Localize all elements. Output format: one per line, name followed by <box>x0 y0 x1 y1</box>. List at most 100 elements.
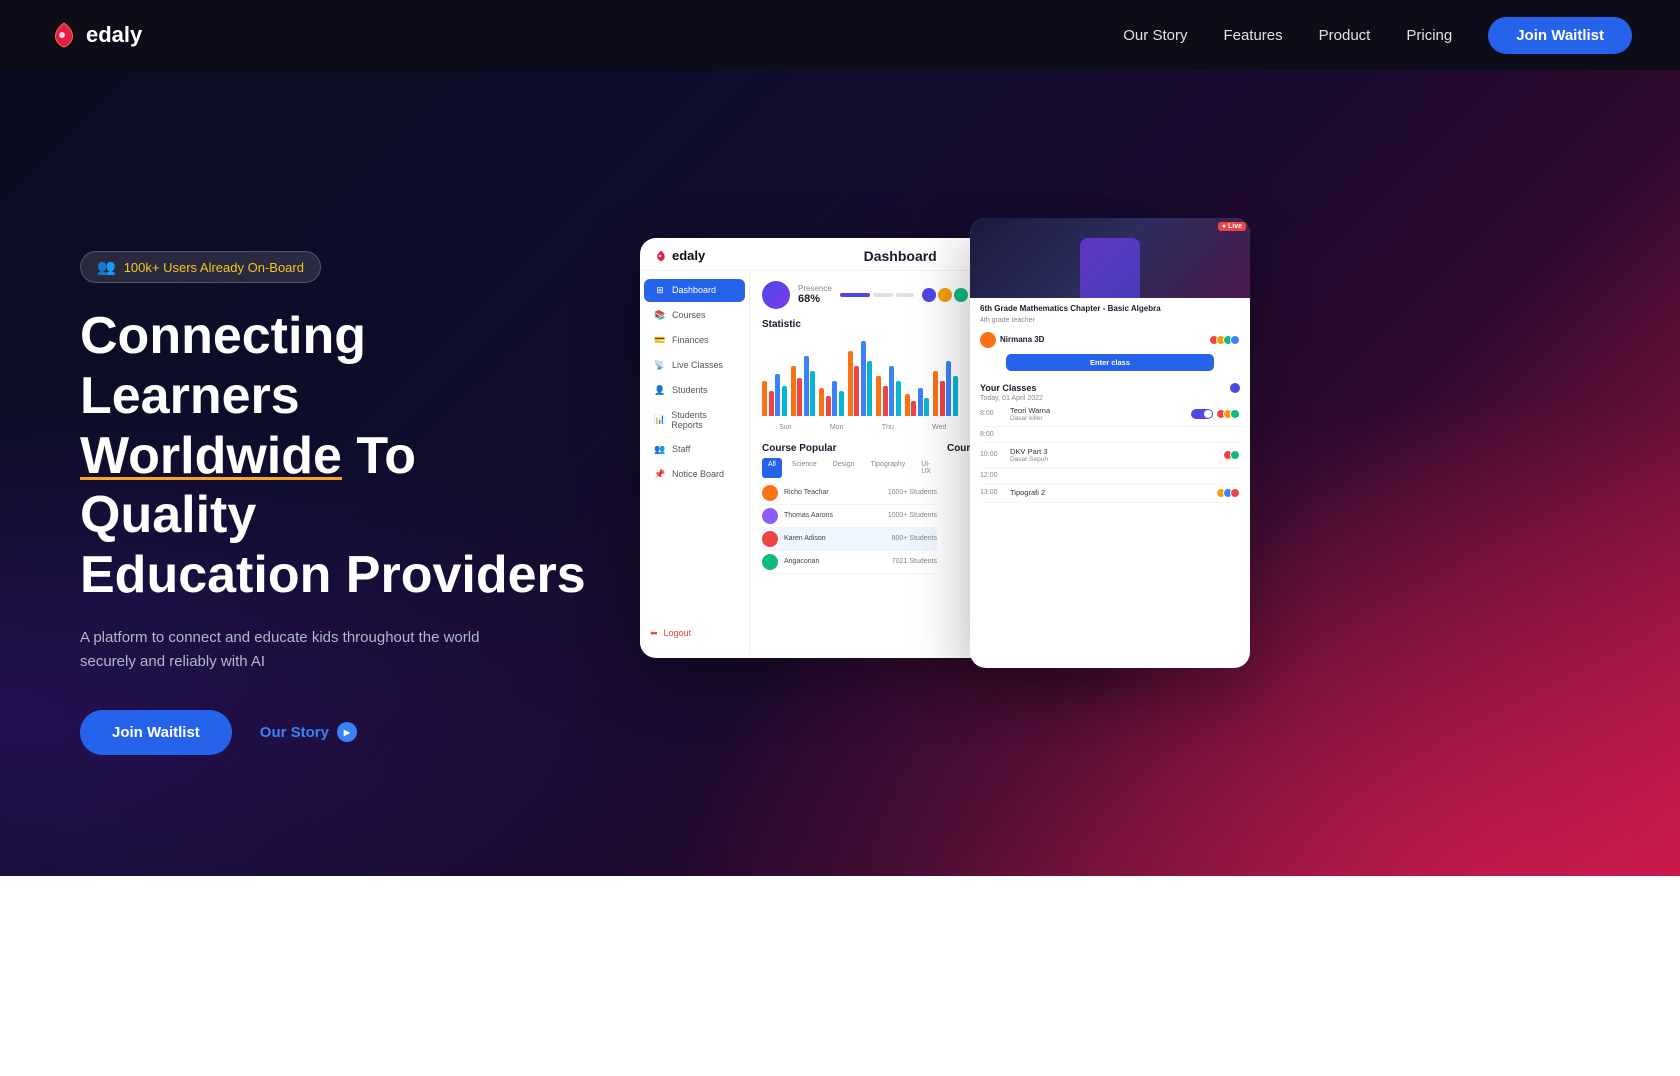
tab-design[interactable]: Design <box>827 458 861 478</box>
class-time: 10:00 <box>980 451 1004 458</box>
bar-group-0 <box>762 374 787 416</box>
nav-product[interactable]: Product <box>1319 27 1371 44</box>
page-bottom <box>0 876 1680 1076</box>
bar <box>953 376 958 416</box>
bar <box>819 388 824 416</box>
bar <box>896 381 901 416</box>
our-story-button[interactable]: Our Story ▶ <box>260 722 357 742</box>
class-name: Teori Warna <box>1010 406 1185 415</box>
presence-bars <box>840 293 914 297</box>
class-avatar <box>1230 450 1240 460</box>
sidebar-item-finances[interactable]: 💳 Finances <box>644 329 745 352</box>
side-card-info: 6th Grade Mathematics Chapter - Basic Al… <box>970 298 1250 383</box>
course-students: 7021 Students <box>892 558 937 565</box>
finances-icon: 💳 <box>654 335 666 346</box>
bar <box>848 351 853 416</box>
class-time: 12:00 <box>980 472 1004 479</box>
hero-right: edaly Dashboard ↻ ⊞ Dashboard 📚 <box>640 238 1600 738</box>
class-sub: Dasar Sepuh <box>1010 456 1220 463</box>
your-classes-header: Your Classes <box>980 383 1240 393</box>
pbar-3 <box>896 293 914 297</box>
pbar-2 <box>873 293 893 297</box>
bar-group-5 <box>905 388 930 416</box>
lesson-by: 4th grade teacher <box>980 317 1240 324</box>
list-item: Karen Adison 800+ Students <box>762 528 937 551</box>
join-waitlist-hero-button[interactable]: Join Waitlist <box>80 710 232 755</box>
student-avatar <box>1230 335 1240 345</box>
logout-button[interactable]: ⬅ Logout <box>640 622 749 645</box>
join-waitlist-nav-button[interactable]: Join Waitlist <box>1488 17 1632 54</box>
course-students: 800+ Students <box>892 535 937 542</box>
tab-typography[interactable]: Tipography <box>864 458 911 478</box>
list-item: Angaconan 7021 Students <box>762 551 937 574</box>
course-name: Richo Teachar <box>784 489 882 496</box>
class-row: 13:00 Tipografi 2 <box>980 484 1240 503</box>
side-card: ● Live 6th Grade Mathematics Chapter - B… <box>970 218 1250 668</box>
class-name: Tipografi 2 <box>1010 488 1213 497</box>
hero-actions: Join Waitlist Our Story ▶ <box>80 710 600 755</box>
bar-group-3 <box>848 341 873 416</box>
your-classes-dot <box>1230 383 1240 393</box>
class-time: 8:00 <box>980 410 1004 417</box>
bar <box>804 356 809 416</box>
tab-all[interactable]: All <box>762 458 782 478</box>
bar <box>775 374 780 416</box>
bar <box>839 391 844 416</box>
bar <box>791 366 796 416</box>
sidebar-item-students[interactable]: 👤 Students <box>644 379 745 402</box>
class-toggle <box>1191 409 1213 419</box>
bar <box>876 376 881 416</box>
class-avatars <box>1226 450 1240 460</box>
sidebar-item-staff[interactable]: 👥 Staff <box>644 438 745 461</box>
bar-group-2 <box>819 381 844 416</box>
course-avatar <box>762 485 778 501</box>
class-time: 8:00 <box>980 431 1004 438</box>
class-avatar <box>1230 409 1240 419</box>
course-avatar <box>762 508 778 524</box>
logo[interactable]: edaly <box>48 19 142 51</box>
course-avatar <box>762 531 778 547</box>
class-avatars <box>1219 409 1240 419</box>
hero-highlight-word: Worldwide <box>80 427 342 485</box>
class-name: DKV Part 3 <box>1010 447 1220 456</box>
presence-info: Presence 68% <box>798 284 832 305</box>
hero-title: Connecting Learners Worldwide To Quality… <box>80 307 600 606</box>
avatar-3 <box>954 288 968 302</box>
live-badge: ● Live <box>1218 222 1246 231</box>
bar <box>762 381 767 416</box>
tab-science[interactable]: Science <box>786 458 823 478</box>
course-tabs: All Science Design Tipography UI-UX <box>762 458 937 478</box>
bar <box>883 386 888 416</box>
course-name: Thomas Aarons <box>784 512 882 519</box>
avatar-2 <box>938 288 952 302</box>
sidebar-item-notice-board[interactable]: 📌 Notice Board <box>644 463 745 486</box>
presence-chart <box>762 281 790 309</box>
notice-icon: 📌 <box>654 469 666 480</box>
reports-icon: 📊 <box>654 414 665 425</box>
class-info: Teori Warna Dasar killer <box>1010 406 1185 422</box>
bar <box>911 401 916 416</box>
nav-our-story[interactable]: Our Story <box>1123 27 1187 44</box>
staff-icon: 👥 <box>654 444 666 455</box>
teacher-row: Nirmana 3D <box>980 332 1240 348</box>
bar-group-6 <box>933 361 958 416</box>
class-row: 10:00 DKV Part 3 Dasar Sepuh <box>980 443 1240 468</box>
course-students: 1000+ Students <box>888 512 937 519</box>
avatar-row <box>922 288 968 302</box>
sidebar-item-dashboard[interactable]: ⊞ Dashboard <box>644 279 745 302</box>
nav-pricing[interactable]: Pricing <box>1406 27 1452 44</box>
tab-uiux[interactable]: UI-UX <box>915 458 937 478</box>
toggle-pill[interactable] <box>1191 409 1213 419</box>
play-icon: ▶ <box>337 722 357 742</box>
sidebar-item-live-classes[interactable]: 📡 Live Classes <box>644 354 745 377</box>
list-item: Richo Teachar 1000+ Students <box>762 482 937 505</box>
class-time: 13:00 <box>980 489 1004 496</box>
your-classes-section: Your Classes Today, 01 April 2022 8:00 T… <box>970 383 1250 503</box>
bar <box>889 366 894 416</box>
enter-class-button[interactable]: Enter class <box>1006 354 1214 371</box>
class-info: DKV Part 3 Dasar Sepuh <box>1010 447 1220 463</box>
sidebar-item-courses[interactable]: 📚 Courses <box>644 304 745 327</box>
nav-features[interactable]: Features <box>1223 27 1282 44</box>
sidebar-item-students-reports[interactable]: 📊 Students Reports <box>644 404 745 436</box>
hero-subtitle: A platform to connect and educate kids t… <box>80 626 480 674</box>
